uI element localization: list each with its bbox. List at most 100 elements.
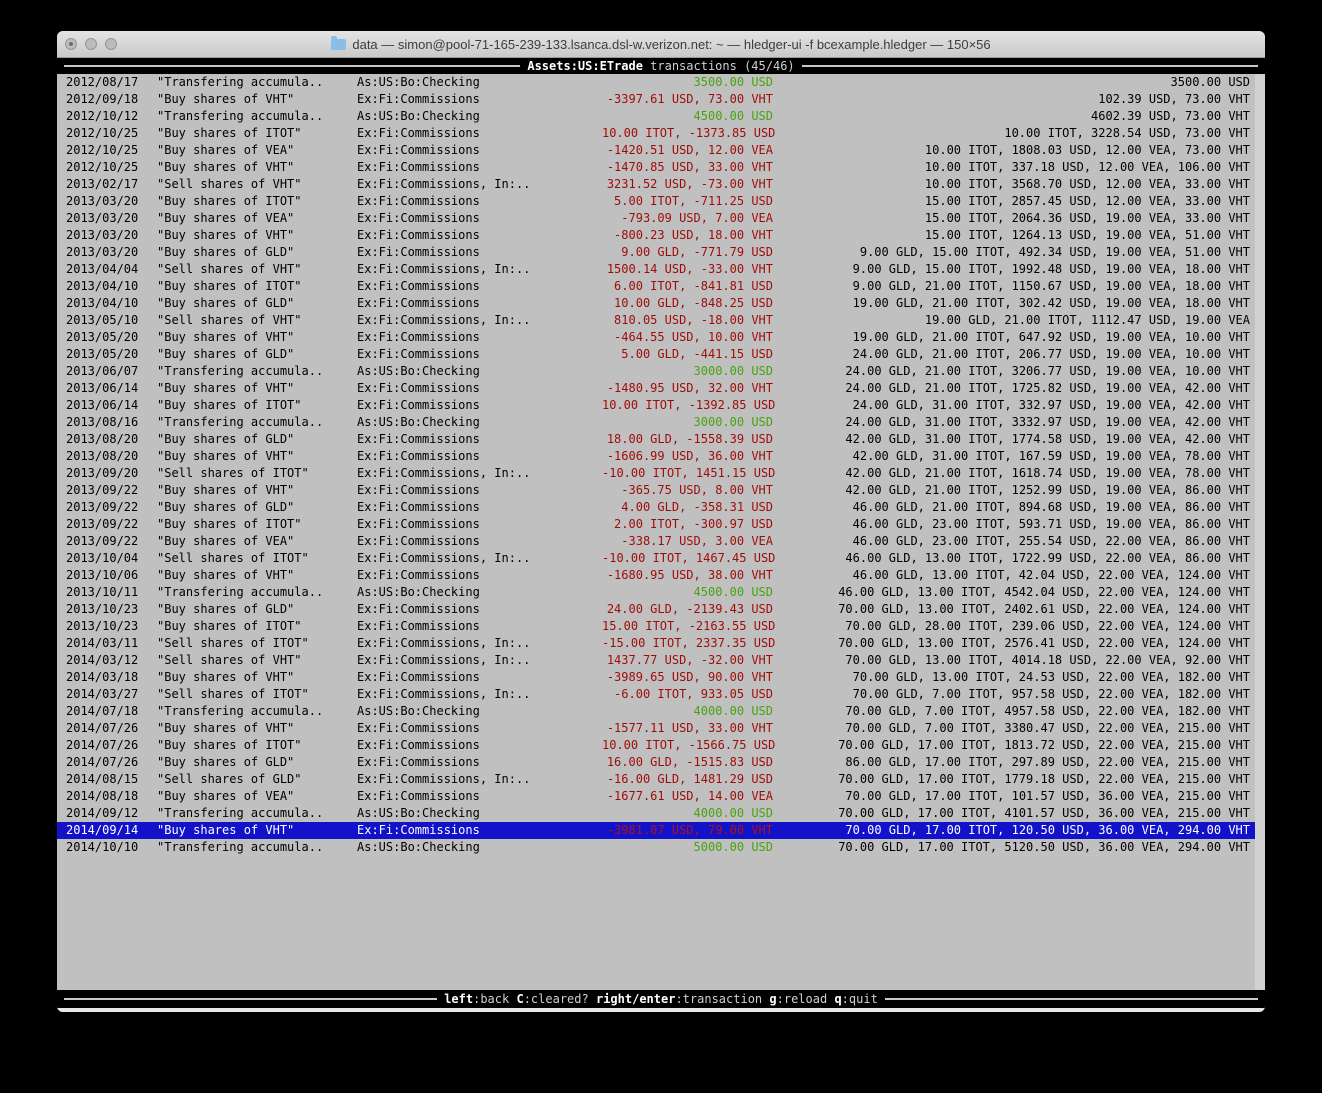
transaction-row[interactable]: 2012/10/25"Buy shares of VEA"Ex:Fi:Commi… <box>57 142 1265 159</box>
transaction-row[interactable]: 2013/08/16"Transfering accumula..As:US:B… <box>57 414 1265 431</box>
transaction-row[interactable]: 2013/03/20"Buy shares of GLD"Ex:Fi:Commi… <box>57 244 1265 261</box>
transaction-row[interactable]: 2013/03/20"Buy shares of ITOT"Ex:Fi:Comm… <box>57 193 1265 210</box>
transaction-description: "Transfering accumula.. <box>157 805 357 822</box>
transaction-amount: -1677.61 USD, 14.00 VEA <box>602 788 773 805</box>
transaction-running-balance: 10.00 ITOT, 337.18 USD, 12.00 VEA, 106.0… <box>773 159 1250 176</box>
transaction-running-balance: 42.00 GLD, 31.00 ITOT, 167.59 USD, 19.00… <box>773 448 1250 465</box>
transaction-running-balance: 70.00 GLD, 17.00 ITOT, 4101.57 USD, 36.0… <box>773 805 1250 822</box>
terminal-scrollbar[interactable] <box>1255 74 1265 990</box>
transaction-row[interactable]: 2013/09/22"Buy shares of VEA"Ex:Fi:Commi… <box>57 533 1265 550</box>
transaction-date: 2013/03/20 <box>66 210 157 227</box>
transaction-amount: -10.00 ITOT, 1451.15 USD <box>602 465 775 482</box>
transaction-row[interactable]: 2014/07/18"Transfering accumula..As:US:B… <box>57 703 1265 720</box>
transaction-row[interactable]: 2013/05/10"Sell shares of VHT"Ex:Fi:Comm… <box>57 312 1265 329</box>
transaction-row[interactable]: 2013/08/20"Buy shares of VHT"Ex:Fi:Commi… <box>57 448 1265 465</box>
transaction-other-accounts: Ex:Fi:Commissions, In:.. <box>357 686 602 703</box>
transaction-row[interactable]: 2013/06/07"Transfering accumula..As:US:B… <box>57 363 1265 380</box>
transaction-row[interactable]: 2013/05/20"Buy shares of GLD"Ex:Fi:Commi… <box>57 346 1265 363</box>
transaction-row[interactable]: 2012/08/17"Transfering accumula..As:US:B… <box>57 74 1265 91</box>
transaction-amount: -338.17 USD, 3.00 VEA <box>602 533 773 550</box>
transaction-date: 2013/04/10 <box>66 295 157 312</box>
transaction-description: "Buy shares of VHT" <box>157 567 357 584</box>
transaction-amount: -3981.07 USD, 79.00 VHT <box>602 822 773 839</box>
transaction-other-accounts: Ex:Fi:Commissions, In:.. <box>357 312 602 329</box>
transaction-row[interactable]: 2012/10/25"Buy shares of VHT"Ex:Fi:Commi… <box>57 159 1265 176</box>
transaction-row[interactable]: 2013/10/11"Transfering accumula..As:US:B… <box>57 584 1265 601</box>
transaction-row[interactable]: 2013/09/22"Buy shares of ITOT"Ex:Fi:Comm… <box>57 516 1265 533</box>
transaction-other-accounts: As:US:Bo:Checking <box>357 363 602 380</box>
transaction-row[interactable]: 2013/06/14"Buy shares of ITOT"Ex:Fi:Comm… <box>57 397 1265 414</box>
transaction-other-accounts: Ex:Fi:Commissions <box>357 346 602 363</box>
transaction-date: 2014/07/26 <box>66 737 157 754</box>
transaction-row[interactable]: 2014/03/18"Buy shares of VHT"Ex:Fi:Commi… <box>57 669 1265 686</box>
transaction-row[interactable]: 2013/10/06"Buy shares of VHT"Ex:Fi:Commi… <box>57 567 1265 584</box>
zoom-button-icon[interactable] <box>105 38 117 50</box>
transaction-running-balance: 24.00 GLD, 21.00 ITOT, 3206.77 USD, 19.0… <box>773 363 1250 380</box>
transaction-row[interactable]: 2014/08/15"Sell shares of GLD"Ex:Fi:Comm… <box>57 771 1265 788</box>
transaction-row[interactable]: 2014/10/10"Transfering accumula..As:US:B… <box>57 839 1265 856</box>
transaction-row[interactable]: 2013/04/10"Buy shares of ITOT"Ex:Fi:Comm… <box>57 278 1265 295</box>
transaction-running-balance: 9.00 GLD, 21.00 ITOT, 1150.67 USD, 19.00… <box>773 278 1250 295</box>
transaction-row-selected[interactable]: 2014/09/14"Buy shares of VHT"Ex:Fi:Commi… <box>57 822 1265 839</box>
transaction-row[interactable]: 2013/04/04"Sell shares of VHT"Ex:Fi:Comm… <box>57 261 1265 278</box>
transaction-amount: 10.00 GLD, -848.25 USD <box>602 295 773 312</box>
transaction-row[interactable]: 2013/06/14"Buy shares of VHT"Ex:Fi:Commi… <box>57 380 1265 397</box>
header-line-left <box>64 65 520 67</box>
transaction-amount: 10.00 ITOT, -1566.75 USD <box>602 737 775 754</box>
transaction-row[interactable]: 2013/03/20"Buy shares of VHT"Ex:Fi:Commi… <box>57 227 1265 244</box>
transaction-row[interactable]: 2013/09/22"Buy shares of VHT"Ex:Fi:Commi… <box>57 482 1265 499</box>
transaction-row[interactable]: 2012/10/25"Buy shares of ITOT"Ex:Fi:Comm… <box>57 125 1265 142</box>
folder-icon <box>331 39 346 50</box>
transaction-row[interactable]: 2013/04/10"Buy shares of GLD"Ex:Fi:Commi… <box>57 295 1265 312</box>
transaction-row[interactable]: 2013/09/20"Sell shares of ITOT"Ex:Fi:Com… <box>57 465 1265 482</box>
transaction-row[interactable]: 2013/08/20"Buy shares of GLD"Ex:Fi:Commi… <box>57 431 1265 448</box>
transaction-row[interactable]: 2014/08/18"Buy shares of VEA"Ex:Fi:Commi… <box>57 788 1265 805</box>
transaction-row[interactable]: 2014/03/27"Sell shares of ITOT"Ex:Fi:Com… <box>57 686 1265 703</box>
transaction-other-accounts: Ex:Fi:Commissions <box>357 737 602 754</box>
transaction-row[interactable]: 2014/07/26"Buy shares of GLD"Ex:Fi:Commi… <box>57 754 1265 771</box>
transaction-row[interactable]: 2014/03/12"Sell shares of VHT"Ex:Fi:Comm… <box>57 652 1265 669</box>
transaction-row[interactable]: 2012/09/18"Buy shares of VHT"Ex:Fi:Commi… <box>57 91 1265 108</box>
transaction-date: 2013/05/20 <box>66 346 157 363</box>
transaction-row[interactable]: 2013/02/17"Sell shares of VHT"Ex:Fi:Comm… <box>57 176 1265 193</box>
transaction-row[interactable]: 2013/09/22"Buy shares of GLD"Ex:Fi:Commi… <box>57 499 1265 516</box>
transaction-row[interactable]: 2012/10/12"Transfering accumula..As:US:B… <box>57 108 1265 125</box>
transaction-date: 2013/10/11 <box>66 584 157 601</box>
transaction-date: 2014/03/12 <box>66 652 157 669</box>
close-button-icon[interactable] <box>65 38 77 50</box>
transaction-row[interactable]: 2014/09/12"Transfering accumula..As:US:B… <box>57 805 1265 822</box>
transaction-other-accounts: As:US:Bo:Checking <box>357 74 602 91</box>
transaction-running-balance: 42.00 GLD, 21.00 ITOT, 1618.74 USD, 19.0… <box>775 465 1250 482</box>
transaction-row[interactable]: 2013/05/20"Buy shares of VHT"Ex:Fi:Commi… <box>57 329 1265 346</box>
transaction-date: 2013/03/20 <box>66 244 157 261</box>
transaction-description: "Buy shares of GLD" <box>157 346 357 363</box>
header-title-rest: transactions (45/46) <box>643 59 795 73</box>
transaction-date: 2013/05/10 <box>66 312 157 329</box>
transaction-other-accounts: Ex:Fi:Commissions, In:.. <box>357 261 602 278</box>
transaction-row[interactable]: 2013/10/23"Buy shares of GLD"Ex:Fi:Commi… <box>57 601 1265 618</box>
minimize-button-icon[interactable] <box>85 38 97 50</box>
transaction-other-accounts: Ex:Fi:Commissions <box>357 227 602 244</box>
transaction-other-accounts: Ex:Fi:Commissions <box>357 278 602 295</box>
transaction-date: 2013/09/22 <box>66 533 157 550</box>
transaction-row[interactable]: 2014/07/26"Buy shares of VHT"Ex:Fi:Commi… <box>57 720 1265 737</box>
window-titlebar[interactable]: data — simon@pool-71-165-239-133.lsanca.… <box>57 31 1265 58</box>
transaction-amount: -3989.65 USD, 90.00 VHT <box>602 669 773 686</box>
transaction-amount: 10.00 ITOT, -1373.85 USD <box>602 125 775 142</box>
transaction-running-balance: 24.00 GLD, 31.00 ITOT, 3332.97 USD, 19.0… <box>773 414 1250 431</box>
transaction-date: 2013/02/17 <box>66 176 157 193</box>
transaction-date: 2013/05/20 <box>66 329 157 346</box>
transaction-description: "Buy shares of ITOT" <box>157 125 357 142</box>
transaction-amount: 2.00 ITOT, -300.97 USD <box>602 516 773 533</box>
transaction-row[interactable]: 2013/03/20"Buy shares of VEA"Ex:Fi:Commi… <box>57 210 1265 227</box>
transaction-row[interactable]: 2014/03/11"Sell shares of ITOT"Ex:Fi:Com… <box>57 635 1265 652</box>
transaction-amount: 15.00 ITOT, -2163.55 USD <box>602 618 775 635</box>
transaction-row[interactable]: 2013/10/23"Buy shares of ITOT"Ex:Fi:Comm… <box>57 618 1265 635</box>
transaction-amount: -6.00 ITOT, 933.05 USD <box>602 686 773 703</box>
transaction-amount: -800.23 USD, 18.00 VHT <box>602 227 773 244</box>
transaction-date: 2013/08/20 <box>66 448 157 465</box>
transaction-date: 2013/03/20 <box>66 193 157 210</box>
transaction-date: 2014/08/18 <box>66 788 157 805</box>
transaction-row[interactable]: 2014/07/26"Buy shares of ITOT"Ex:Fi:Comm… <box>57 737 1265 754</box>
transaction-row[interactable]: 2013/10/04"Sell shares of ITOT"Ex:Fi:Com… <box>57 550 1265 567</box>
